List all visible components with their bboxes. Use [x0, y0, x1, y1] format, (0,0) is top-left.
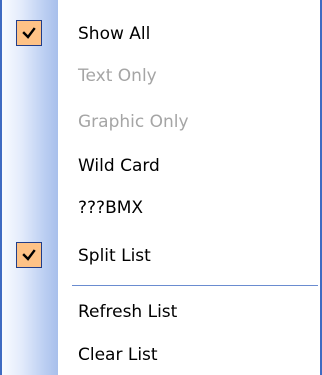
- menu-item-wild-card-input: ???BMX: [2, 187, 320, 227]
- context-menu: Show All Text Only Graphic Only Wild Car…: [0, 0, 322, 375]
- checkmark-icon: [16, 20, 42, 46]
- menu-item-label: Graphic Only: [78, 112, 189, 132]
- checkmark-icon: [16, 242, 42, 268]
- menu-item-graphic-only: Graphic Only: [2, 102, 320, 142]
- menu-item-text-only: Text Only: [2, 56, 320, 96]
- menu-item-label: Split List: [78, 246, 151, 266]
- menu-item-label: Clear List: [78, 345, 158, 365]
- menu-item-label: Refresh List: [78, 302, 178, 322]
- menu-item-label: Show All: [78, 24, 151, 44]
- menu-item-wild-card[interactable]: Wild Card: [2, 146, 320, 186]
- wild-card-input[interactable]: ???BMX: [72, 191, 278, 225]
- menu-separator: [72, 285, 318, 286]
- menu-item-refresh-list[interactable]: Refresh List: [2, 292, 320, 332]
- menu-item-label: Text Only: [78, 66, 157, 86]
- menu-item-clear-list[interactable]: Clear List: [2, 335, 320, 375]
- menu-item-show-all[interactable]: Show All: [2, 14, 320, 54]
- menu-item-label: Wild Card: [78, 156, 160, 176]
- menu-item-split-list[interactable]: Split List: [2, 236, 320, 276]
